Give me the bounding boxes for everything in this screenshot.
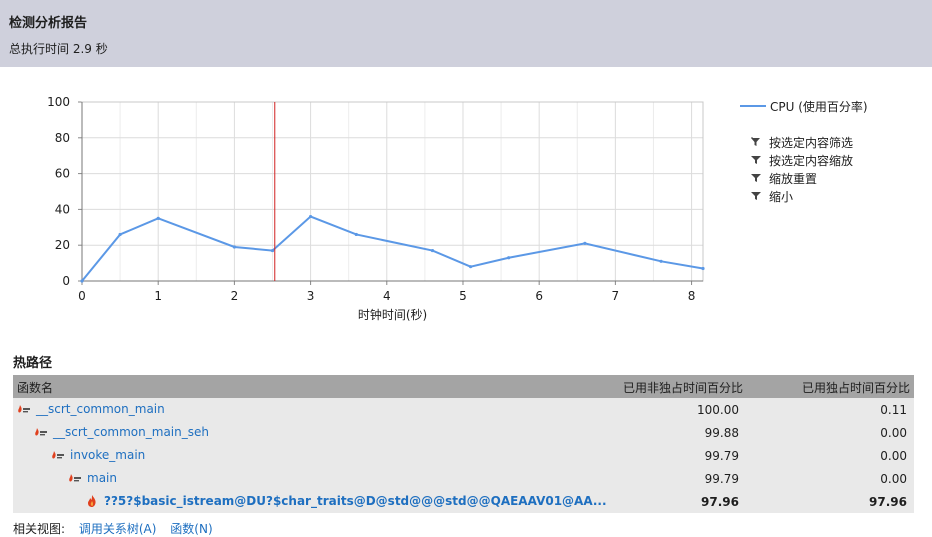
hot-path-icon <box>35 428 47 436</box>
cpu-data-point <box>270 248 275 253</box>
legend-swatch <box>740 105 766 107</box>
filter-by-selection-button[interactable]: 按选定内容筛选 <box>751 133 853 151</box>
column-function-name[interactable]: 函数名 <box>17 379 53 396</box>
x-tick-label: 6 <box>535 289 543 303</box>
cpu-data-point <box>354 232 358 237</box>
hot-path-heading: 热路径 <box>13 356 53 371</box>
x-tick-label: 5 <box>459 289 467 303</box>
y-tick-label: 80 <box>55 131 70 145</box>
cpu-data-point <box>659 259 663 263</box>
cpu-data-point <box>469 265 473 269</box>
cpu-series-line <box>81 215 704 282</box>
cpu-data-point <box>507 256 511 260</box>
inclusive-percent: 100.00 <box>697 403 739 417</box>
y-tick-label: 40 <box>55 202 70 216</box>
cpu-data-point <box>583 241 587 246</box>
hot-path-table: 函数名 已用非独占时间百分比 已用独占时间百分比 __scrt_common_m… <box>13 375 914 513</box>
x-tick-label: 0 <box>78 289 86 303</box>
chart-legend: CPU (使用百分率) <box>740 97 868 115</box>
zoom-out-button[interactable]: 缩小 <box>751 187 853 205</box>
table-row[interactable]: main 99.79 0.00 <box>13 467 914 490</box>
x-tick-label: 3 <box>307 289 315 303</box>
funnel-plus-icon <box>751 137 760 146</box>
hot-path-icon <box>18 405 30 413</box>
exclusive-percent: 0.00 <box>880 472 907 486</box>
cpu-data-point <box>118 232 122 237</box>
legend-series-label: CPU (使用百分率) <box>770 99 868 114</box>
exclusive-percent: 0.11 <box>880 403 907 417</box>
reset-zoom-button[interactable]: 缩放重置 <box>751 169 853 187</box>
exclusive-percent: 0.00 <box>880 426 907 440</box>
table-row[interactable]: ??5?$basic_istream@DU?$char_traits@D@std… <box>13 490 914 513</box>
x-tick-label: 7 <box>612 289 620 303</box>
cpu-data-point <box>701 266 705 271</box>
zoom-to-selection-label: 按选定内容缩放 <box>769 153 854 168</box>
table-header: 函数名 已用非独占时间百分比 已用独占时间百分比 <box>13 375 914 398</box>
function-name-link[interactable]: ??5?$basic_istream@DU?$char_traits@D@std… <box>104 494 607 508</box>
table-row[interactable]: __scrt_common_main 100.00 0.11 <box>13 398 914 421</box>
x-axis-label: 时钟时间(秒) <box>358 307 427 322</box>
plot-area <box>81 101 704 282</box>
y-tick-label: 20 <box>55 238 70 252</box>
cpu-data-point <box>308 214 313 219</box>
exclusive-percent: 97.96 <box>869 495 907 509</box>
y-tick-label: 0 <box>62 274 70 288</box>
table-row[interactable]: invoke_main 99.79 0.00 <box>13 444 914 467</box>
function-name-link[interactable]: __scrt_common_main <box>36 402 165 416</box>
cpu-data-point <box>80 279 84 283</box>
funnel-icon <box>751 174 761 182</box>
cpu-data-point <box>156 216 160 220</box>
inclusive-percent: 99.79 <box>704 472 739 486</box>
x-tick-label: 2 <box>231 289 239 303</box>
zoom-to-selection-button[interactable]: 按选定内容缩放 <box>751 151 853 169</box>
hot-path-icon <box>52 451 64 459</box>
inclusive-percent: 99.79 <box>704 449 739 463</box>
funnel-icon <box>751 156 761 164</box>
flame-icon <box>88 495 96 507</box>
reset-zoom-label: 缩放重置 <box>769 171 818 186</box>
cpu-data-point <box>232 245 236 249</box>
inclusive-percent: 97.96 <box>701 495 739 509</box>
y-tick-label: 60 <box>55 167 70 181</box>
function-name-link[interactable]: __scrt_common_main_seh <box>53 425 209 439</box>
x-tick-label: 1 <box>154 289 162 303</box>
cpu-data-point <box>430 248 435 253</box>
funnel-icon <box>751 192 761 200</box>
inclusive-percent: 99.88 <box>704 426 739 440</box>
y-tick-label: 100 <box>47 95 70 109</box>
function-name-link[interactable]: main <box>87 471 117 485</box>
zoom-out-label: 缩小 <box>769 189 794 204</box>
column-exclusive-percent[interactable]: 已用独占时间百分比 <box>802 379 910 396</box>
filter-by-selection-label: 按选定内容筛选 <box>769 135 854 150</box>
related-views: 相关视图: 调用关系树(A) 函数(N) <box>13 520 213 537</box>
table-row[interactable]: __scrt_common_main_seh 99.88 0.00 <box>13 421 914 444</box>
chart-actions: 按选定内容筛选 按选定内容缩放 缩放重置 缩小 <box>751 133 853 205</box>
x-tick-label: 8 <box>688 289 696 303</box>
exclusive-percent: 0.00 <box>880 449 907 463</box>
hot-path-icon <box>69 474 81 482</box>
column-inclusive-percent[interactable]: 已用非独占时间百分比 <box>623 379 743 396</box>
x-tick-label: 4 <box>383 289 391 303</box>
function-name-link[interactable]: invoke_main <box>70 448 145 462</box>
